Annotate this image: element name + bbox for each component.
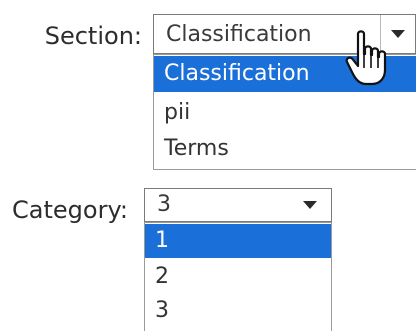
category-dropdown-list: 1 2 3 [144, 222, 332, 331]
section-option-terms[interactable]: Terms [154, 131, 416, 167]
section-selected-value: Classification [166, 22, 312, 47]
section-label: Section: [44, 22, 142, 50]
category-option-2[interactable]: 2 [145, 260, 331, 294]
category-dropdown-button[interactable] [293, 189, 327, 221]
category-option-3[interactable]: 3 [145, 294, 331, 328]
category-select[interactable]: 3 [144, 188, 332, 222]
category-label: Category: [12, 196, 128, 224]
section-option-pii[interactable]: pii [154, 95, 416, 131]
category-selected-value: 3 [157, 192, 171, 217]
section-dropdown-list: Classification pii Terms [153, 54, 416, 170]
chevron-down-icon [303, 201, 317, 209]
section-dropdown-button[interactable] [380, 15, 415, 53]
section-select[interactable]: Classification [153, 14, 416, 54]
chevron-down-icon [391, 30, 405, 38]
section-option-classification[interactable]: Classification [154, 56, 416, 92]
category-option-1[interactable]: 1 [145, 224, 331, 258]
